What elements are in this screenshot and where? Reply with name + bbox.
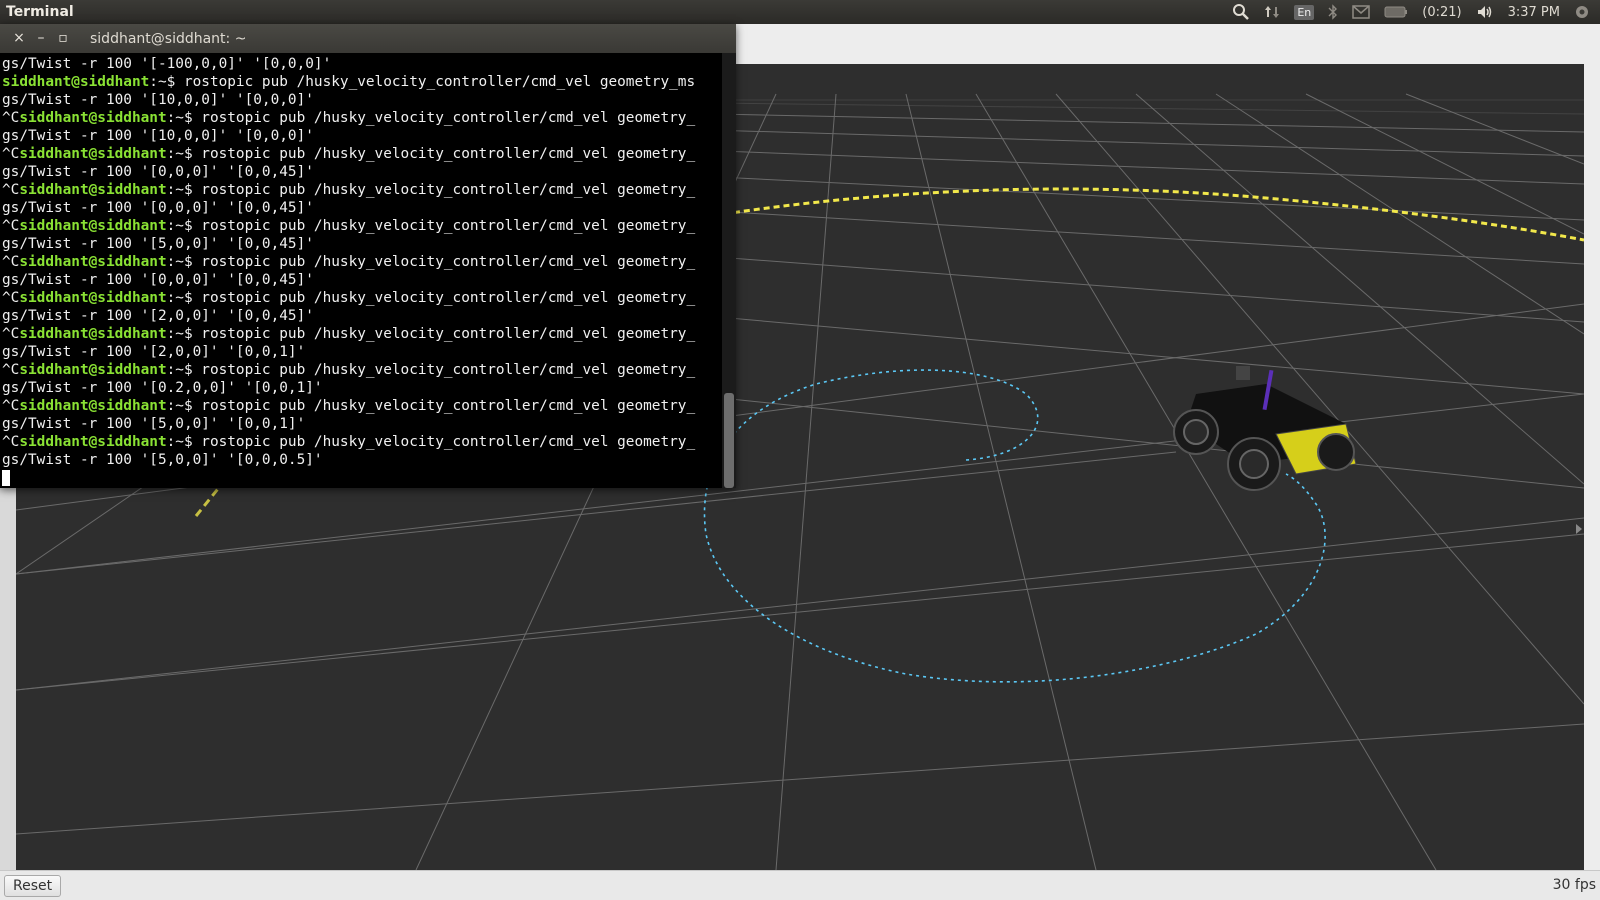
interrupt-marker: ^C <box>2 146 20 162</box>
terminal-line-text: gs/Twist -r 100 '[10,0,0]' '[0,0,0]' <box>2 92 314 108</box>
terminal-line: gs/Twist -r 100 '[0,0,0]' '[0,0,45]' <box>2 199 736 217</box>
bluetooth-icon[interactable] <box>1328 4 1338 20</box>
network-arrows-icon[interactable] <box>1264 4 1280 20</box>
expand-panel-arrow[interactable] <box>1576 524 1582 534</box>
maximize-icon[interactable]: ▫ <box>52 24 74 53</box>
terminal-line: gs/Twist -r 100 '[2,0,0]' '[0,0,45]' <box>2 307 736 325</box>
keyboard-layout-indicator[interactable]: En <box>1294 4 1315 20</box>
battery-time[interactable]: (0:21) <box>1422 5 1461 20</box>
interrupt-marker: ^C <box>2 362 20 378</box>
terminal-line-text: :~$ rostopic pub /husky_velocity_control… <box>166 254 696 270</box>
terminal-scroll-thumb[interactable] <box>724 393 734 488</box>
shell-prompt: siddhant@siddhant <box>19 398 167 414</box>
terminal-line: ^Csiddhant@siddhant:~$ rostopic pub /hus… <box>2 289 736 307</box>
terminal-line-text: gs/Twist -r 100 '[2,0,0]' '[0,0,45]' <box>2 308 314 324</box>
terminal-input-line[interactable] <box>2 469 736 487</box>
clock[interactable]: 3:37 PM <box>1508 5 1560 20</box>
terminal-line: gs/Twist -r 100 '[0,0,0]' '[0,0,45]' <box>2 271 736 289</box>
active-app-title: Terminal <box>6 4 74 20</box>
terminal-title: siddhant@siddhant: ~ <box>90 30 247 47</box>
terminal-line: gs/Twist -r 100 '[0.2,0,0]' '[0,0,1]' <box>2 379 736 397</box>
close-icon[interactable]: × <box>8 24 30 53</box>
terminal-line: ^Csiddhant@siddhant:~$ rostopic pub /hus… <box>2 433 736 451</box>
terminal-window[interactable]: × – ▫ siddhant@siddhant: ~ gs/Twist -r 1… <box>0 24 736 488</box>
terminal-scrollbar[interactable] <box>722 53 736 488</box>
interrupt-marker: ^C <box>2 182 20 198</box>
terminal-line: gs/Twist -r 100 '[5,0,0]' '[0,0,45]' <box>2 235 736 253</box>
terminal-line-text: :~$ rostopic pub /husky_velocity_control… <box>166 326 696 342</box>
terminal-output[interactable]: gs/Twist -r 100 '[-100,0,0]' '[0,0,0]' si… <box>0 53 736 488</box>
interrupt-marker: ^C <box>2 434 20 450</box>
shell-prompt: siddhant@siddhant <box>19 110 167 126</box>
terminal-line-text: :~$ rostopic pub /husky_velocity_control… <box>166 434 696 450</box>
interrupt-marker: ^C <box>2 254 20 270</box>
terminal-line-text: :~$ rostopic pub /husky_velocity_control… <box>166 362 696 378</box>
volume-icon[interactable] <box>1476 4 1494 20</box>
mail-icon[interactable] <box>1352 5 1371 19</box>
terminal-line: ^Csiddhant@siddhant:~$ rostopic pub /hus… <box>2 253 736 271</box>
shell-prompt: siddhant@siddhant <box>19 326 167 342</box>
terminal-line-text: gs/Twist -r 100 '[0.2,0,0]' '[0,0,1]' <box>2 380 323 396</box>
interrupt-marker: ^C <box>2 290 20 306</box>
shell-prompt: siddhant@siddhant <box>19 254 167 270</box>
terminal-line-text: :~$ rostopic pub /husky_velocity_control… <box>166 290 696 306</box>
terminal-line: gs/Twist -r 100 '[0,0,0]' '[0,0,45]' <box>2 163 736 181</box>
shell-prompt: siddhant@siddhant <box>2 74 150 90</box>
shell-prompt: siddhant@siddhant <box>19 362 167 378</box>
terminal-line-text: gs/Twist -r 100 '[0,0,0]' '[0,0,45]' <box>2 272 314 288</box>
terminal-line: gs/Twist -r 100 '[10,0,0]' '[0,0,0]' <box>2 91 736 109</box>
terminal-line-text: gs/Twist -r 100 '[5,0,0]' '[0,0,0.5]' <box>2 452 323 468</box>
interrupt-marker: ^C <box>2 326 20 342</box>
terminal-line-text: :~$ rostopic pub /husky_velocity_control… <box>149 74 696 90</box>
interrupt-marker: ^C <box>2 218 20 234</box>
terminal-line-text: gs/Twist -r 100 '[10,0,0]' '[0,0,0]' <box>2 128 314 144</box>
terminal-line-text: :~$ rostopic pub /husky_velocity_control… <box>166 110 696 126</box>
shell-prompt: siddhant@siddhant <box>19 146 167 162</box>
shell-prompt: siddhant@siddhant <box>19 218 167 234</box>
terminal-line-text: gs/Twist -r 100 '[2,0,0]' '[0,0,1]' <box>2 344 306 360</box>
text-cursor <box>2 470 10 486</box>
search-icon[interactable] <box>1232 3 1250 21</box>
fps-readout: 30 fps <box>1552 877 1596 893</box>
husky-robot <box>1173 366 1357 491</box>
terminal-line-text: gs/Twist -r 100 '[-100,0,0]' '[0,0,0]' <box>2 56 332 72</box>
terminal-line: gs/Twist -r 100 '[5,0,0]' '[0,0,0.5]' <box>2 451 736 469</box>
minimize-icon[interactable]: – <box>30 24 52 53</box>
terminal-line: ^Csiddhant@siddhant:~$ rostopic pub /hus… <box>2 109 736 127</box>
terminal-line-text: :~$ rostopic pub /husky_velocity_control… <box>166 398 696 414</box>
terminal-line: gs/Twist -r 100 '[2,0,0]' '[0,0,1]' <box>2 343 736 361</box>
shell-prompt: siddhant@siddhant <box>19 434 167 450</box>
terminal-line: siddhant@siddhant:~$ rostopic pub /husky… <box>2 73 736 91</box>
terminal-line: ^Csiddhant@siddhant:~$ rostopic pub /hus… <box>2 361 736 379</box>
terminal-line: gs/Twist -r 100 '[5,0,0]' '[0,0,1]' <box>2 415 736 433</box>
terminal-line: ^Csiddhant@siddhant:~$ rostopic pub /hus… <box>2 325 736 343</box>
terminal-line: ^Csiddhant@siddhant:~$ rostopic pub /hus… <box>2 145 736 163</box>
battery-icon[interactable] <box>1384 6 1408 18</box>
terminal-line: gs/Twist -r 100 '[10,0,0]' '[0,0,0]' <box>2 127 736 145</box>
terminal-line-text: gs/Twist -r 100 '[0,0,0]' '[0,0,45]' <box>2 164 314 180</box>
terminal-line: gs/Twist -r 100 '[-100,0,0]' '[0,0,0]' <box>2 55 736 73</box>
terminal-line-text: gs/Twist -r 100 '[5,0,0]' '[0,0,45]' <box>2 236 314 252</box>
terminal-line-text: :~$ rostopic pub /husky_velocity_control… <box>166 146 696 162</box>
terminal-line-text: :~$ rostopic pub /husky_velocity_control… <box>166 218 696 234</box>
terminal-titlebar[interactable]: × – ▫ siddhant@siddhant: ~ <box>0 24 736 53</box>
reset-button[interactable]: Reset <box>4 875 62 897</box>
shell-prompt: siddhant@siddhant <box>19 182 167 198</box>
yellow-trajectory <box>723 187 1584 242</box>
shell-prompt: siddhant@siddhant <box>19 290 167 306</box>
terminal-line-text: gs/Twist -r 100 '[0,0,0]' '[0,0,45]' <box>2 200 314 216</box>
interrupt-marker: ^C <box>2 110 20 126</box>
top-panel: Terminal En (0:21) 3:37 PM <box>0 0 1600 24</box>
terminal-line: ^Csiddhant@siddhant:~$ rostopic pub /hus… <box>2 217 736 235</box>
terminal-line-text: :~$ rostopic pub /husky_velocity_control… <box>166 182 696 198</box>
status-bar: Reset 30 fps <box>0 870 1600 900</box>
gear-power-icon[interactable] <box>1574 4 1590 20</box>
interrupt-marker: ^C <box>2 398 20 414</box>
terminal-line: ^Csiddhant@siddhant:~$ rostopic pub /hus… <box>2 181 736 199</box>
indicator-area: En (0:21) 3:37 PM <box>1232 0 1600 24</box>
terminal-line: ^Csiddhant@siddhant:~$ rostopic pub /hus… <box>2 397 736 415</box>
terminal-line-text: gs/Twist -r 100 '[5,0,0]' '[0,0,1]' <box>2 416 306 432</box>
